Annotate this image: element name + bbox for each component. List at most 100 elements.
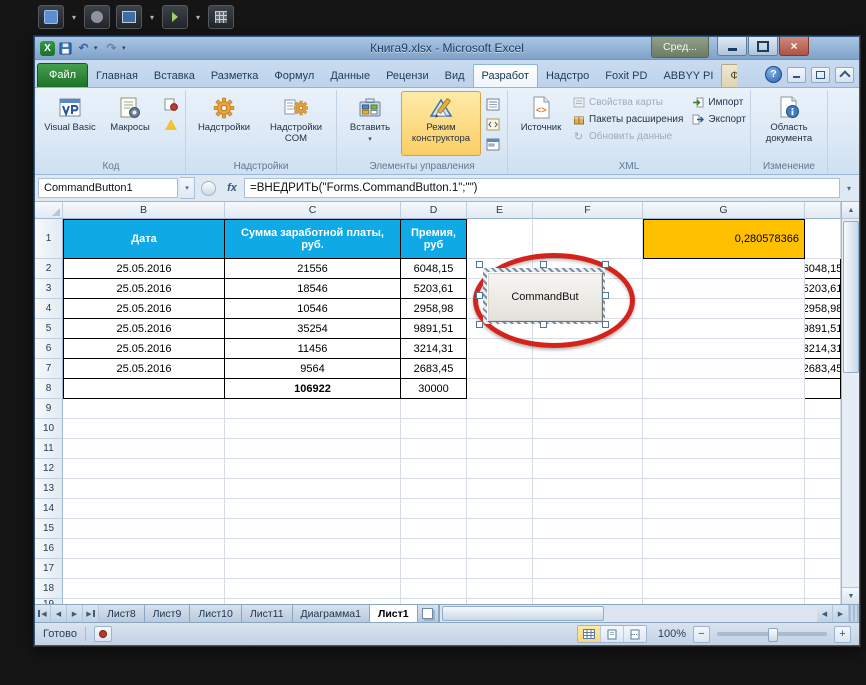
external-tool-button-3[interactable] (116, 5, 142, 29)
group-label: Код (41, 160, 181, 174)
ribbon-tab-Foxit PD[interactable]: Foxit PD (597, 65, 655, 87)
chevron-down-icon[interactable]: ▾ (194, 13, 202, 22)
macro-security-icon[interactable] (161, 116, 181, 133)
ribbon-tab-Разметка[interactable]: Разметка (203, 65, 267, 87)
command-button-control[interactable]: CommandBut (487, 272, 603, 322)
name-box[interactable]: CommandButton1 (38, 178, 178, 198)
resize-handle-middle-right[interactable] (602, 292, 609, 299)
scroll-up-icon[interactable]: ▲ (842, 202, 859, 219)
page-break-view-button[interactable] (624, 626, 646, 642)
close-button[interactable]: × (779, 37, 809, 56)
sheet-tab-Лист9[interactable]: Лист9 (145, 605, 191, 622)
undo-button[interactable]: ↶ (76, 41, 91, 56)
ribbon-tab-Главная[interactable]: Главная (88, 65, 146, 87)
page-layout-view-button[interactable] (601, 626, 624, 642)
contextual-tab-group-header[interactable]: Сред... (651, 37, 709, 58)
addins-button[interactable]: Надстройки (190, 91, 258, 156)
resize-handle-top-center[interactable] (540, 261, 547, 268)
minimize-button[interactable] (717, 37, 747, 56)
design-mode-button[interactable]: Режим конструктора (401, 91, 481, 156)
scroll-down-icon[interactable]: ▼ (842, 587, 859, 604)
excel-logo-icon[interactable]: X (40, 41, 55, 56)
sheet-tab-Лист1[interactable]: Лист1 (370, 605, 418, 622)
collapse-ribbon-button[interactable] (835, 67, 854, 83)
vertical-scrollbar[interactable]: ▲ ▼ (841, 202, 859, 604)
minimize-icon (793, 76, 800, 78)
ribbon-tab-Надстро[interactable]: Надстро (538, 65, 597, 87)
normal-view-button[interactable] (578, 626, 601, 642)
zoom-slider[interactable] (717, 632, 827, 636)
ribbon-tab-Файл[interactable]: Файл (37, 63, 88, 87)
resize-handle-top-left[interactable] (476, 261, 483, 268)
import-button[interactable]: Импорт (691, 95, 746, 110)
horizontal-scroll-thumb[interactable] (442, 606, 604, 621)
resize-handle-top-right[interactable] (602, 261, 609, 268)
horizontal-scrollbar[interactable]: ◀ ▶ (439, 605, 859, 622)
previous-sheet-button[interactable]: ◀ (51, 605, 67, 622)
tab-split-handle[interactable] (849, 605, 859, 622)
formula-input[interactable]: =ВНЕДРИТЬ("Forms.CommandButton.1";"") (244, 178, 840, 198)
undo-caret-icon[interactable]: ▾ (94, 44, 101, 52)
export-button[interactable]: Экспорт (691, 112, 746, 127)
external-tool-button-2[interactable] (84, 5, 110, 29)
zoom-level-label[interactable]: 100% (654, 628, 686, 640)
ribbon-tab-Вид[interactable]: Вид (437, 65, 473, 87)
help-button[interactable]: ? (765, 66, 782, 83)
com-addins-button[interactable]: Надстройки COM (260, 91, 332, 156)
insert-worksheet-button[interactable] (418, 605, 439, 622)
zoom-out-button[interactable]: − (693, 626, 710, 643)
expansion-packs-button[interactable]: Пакеты расширения (572, 112, 683, 127)
insert-function-button[interactable]: fx (222, 182, 242, 194)
chevron-down-icon[interactable]: ▾ (70, 13, 78, 22)
sheet-tab-Диаграмма1[interactable]: Диаграмма1 (293, 605, 370, 622)
xml-source-button[interactable]: <> Источник (512, 91, 570, 156)
resize-handle-bottom-left[interactable] (476, 321, 483, 328)
ribbon-tab-Разработ[interactable]: Разработ (473, 64, 538, 87)
resize-handle-middle-left[interactable] (476, 292, 483, 299)
run-dialog-icon[interactable] (483, 136, 503, 153)
vertical-scroll-thumb[interactable] (843, 221, 859, 373)
external-tool-button-5[interactable] (208, 5, 234, 29)
properties-icon[interactable] (483, 96, 503, 113)
ribbon-tab-Формул[interactable]: Формул (266, 65, 322, 87)
sheet-tab-Лист8[interactable]: Лист8 (99, 605, 145, 622)
vertical-scroll-track[interactable] (842, 219, 859, 587)
horizontal-scroll-track[interactable] (440, 605, 817, 622)
resize-handle-bottom-center[interactable] (540, 321, 547, 328)
chevron-down-icon[interactable]: ▾ (148, 13, 156, 22)
group-label: Элементы управления (341, 160, 503, 174)
ribbon-tab-ABBYY PI[interactable]: ABBYY PI (655, 65, 721, 87)
insert-control-button[interactable]: Вставить ▾ (341, 91, 399, 156)
qat-customize-caret-icon[interactable]: ▾ (122, 44, 129, 52)
next-sheet-button[interactable]: ▶ (67, 605, 83, 622)
resize-handle-bottom-right[interactable] (602, 321, 609, 328)
sheet-tab-Лист11[interactable]: Лист11 (242, 605, 293, 622)
record-macro-icon[interactable] (161, 96, 181, 113)
ribbon-tab-Вставка[interactable]: Вставка (146, 65, 203, 87)
first-sheet-button[interactable]: ◀ (35, 605, 51, 622)
redo-button[interactable]: ↷ (104, 41, 119, 56)
ribbon-tab-Формат[interactable]: Формат (721, 64, 737, 87)
workbook-restore-button[interactable] (811, 67, 830, 83)
external-tool-button-1[interactable] (38, 5, 64, 29)
workbook-minimize-button[interactable] (787, 67, 806, 83)
save-button[interactable] (58, 41, 73, 56)
name-box-caret-icon[interactable]: ▾ (180, 177, 195, 199)
ribbon-tab-Данные[interactable]: Данные (322, 65, 378, 87)
scroll-left-icon[interactable]: ◀ (817, 605, 833, 622)
ribbon-tab-Рецензи[interactable]: Рецензи (378, 65, 437, 87)
sheet-tab-Лист10[interactable]: Лист10 (190, 605, 242, 622)
record-dot-icon (99, 630, 107, 638)
visual-basic-button[interactable]: Visual Basic (41, 91, 99, 156)
last-sheet-button[interactable]: ▶ (83, 605, 99, 622)
macros-button[interactable]: Макросы (101, 91, 159, 156)
record-macro-indicator[interactable] (94, 626, 112, 642)
zoom-in-button[interactable]: + (834, 626, 851, 643)
maximize-button[interactable] (748, 37, 778, 56)
scroll-right-icon[interactable]: ▶ (833, 605, 849, 622)
external-tool-button-4[interactable] (162, 5, 188, 29)
zoom-slider-thumb[interactable] (768, 628, 778, 642)
expand-formula-bar-icon[interactable]: ▾ (842, 184, 856, 193)
view-code-icon[interactable] (483, 116, 503, 133)
document-panel-button[interactable]: Область документа (755, 91, 823, 156)
